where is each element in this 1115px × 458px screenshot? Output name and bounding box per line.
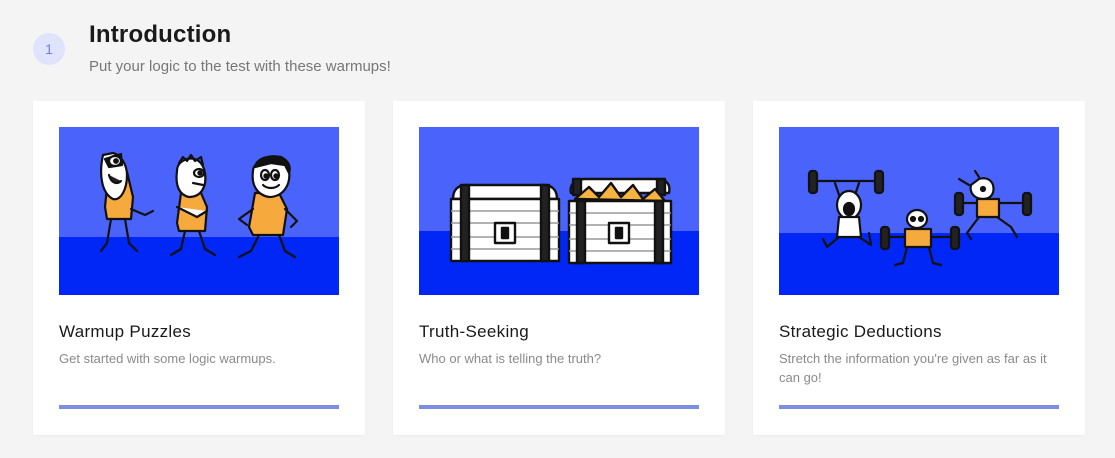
course-card-truth-seeking[interactable]: Truth-Seeking Who or what is telling the…: [393, 101, 725, 435]
progress-fill: [779, 405, 1059, 409]
treasure-chests-illustration: [419, 127, 699, 295]
card-description: Stretch the information you're given as …: [779, 351, 1047, 385]
card-illustration: [779, 127, 1059, 295]
progress-bar: [419, 405, 699, 409]
cavemen-illustration: [59, 127, 339, 295]
card-illustration: [59, 127, 339, 295]
card-title: Truth-Seeking: [419, 322, 530, 341]
course-card-warmup-puzzles[interactable]: Warmup Puzzles Get started with some log…: [33, 101, 365, 435]
progress-fill: [419, 405, 699, 409]
course-card-strategic-deductions[interactable]: Strategic Deductions Stretch the informa…: [753, 101, 1085, 435]
progress-fill: [59, 405, 339, 409]
card-description: Who or what is telling the truth?: [419, 351, 602, 366]
step-number-badge: 1: [33, 33, 65, 65]
card-description: Get started with some logic warmups.: [59, 351, 276, 366]
card-illustration: [419, 127, 699, 295]
card-title: Warmup Puzzles: [59, 322, 192, 341]
card-title: Strategic Deductions: [779, 322, 942, 341]
progress-bar: [59, 405, 339, 409]
section-title: Introduction: [89, 21, 232, 48]
section-header: 1 Introduction Put your logic to the tes…: [32, 20, 832, 84]
progress-bar: [779, 405, 1059, 409]
weightlifters-illustration: [779, 127, 1059, 295]
section-subtitle: Put your logic to the test with these wa…: [89, 58, 391, 75]
